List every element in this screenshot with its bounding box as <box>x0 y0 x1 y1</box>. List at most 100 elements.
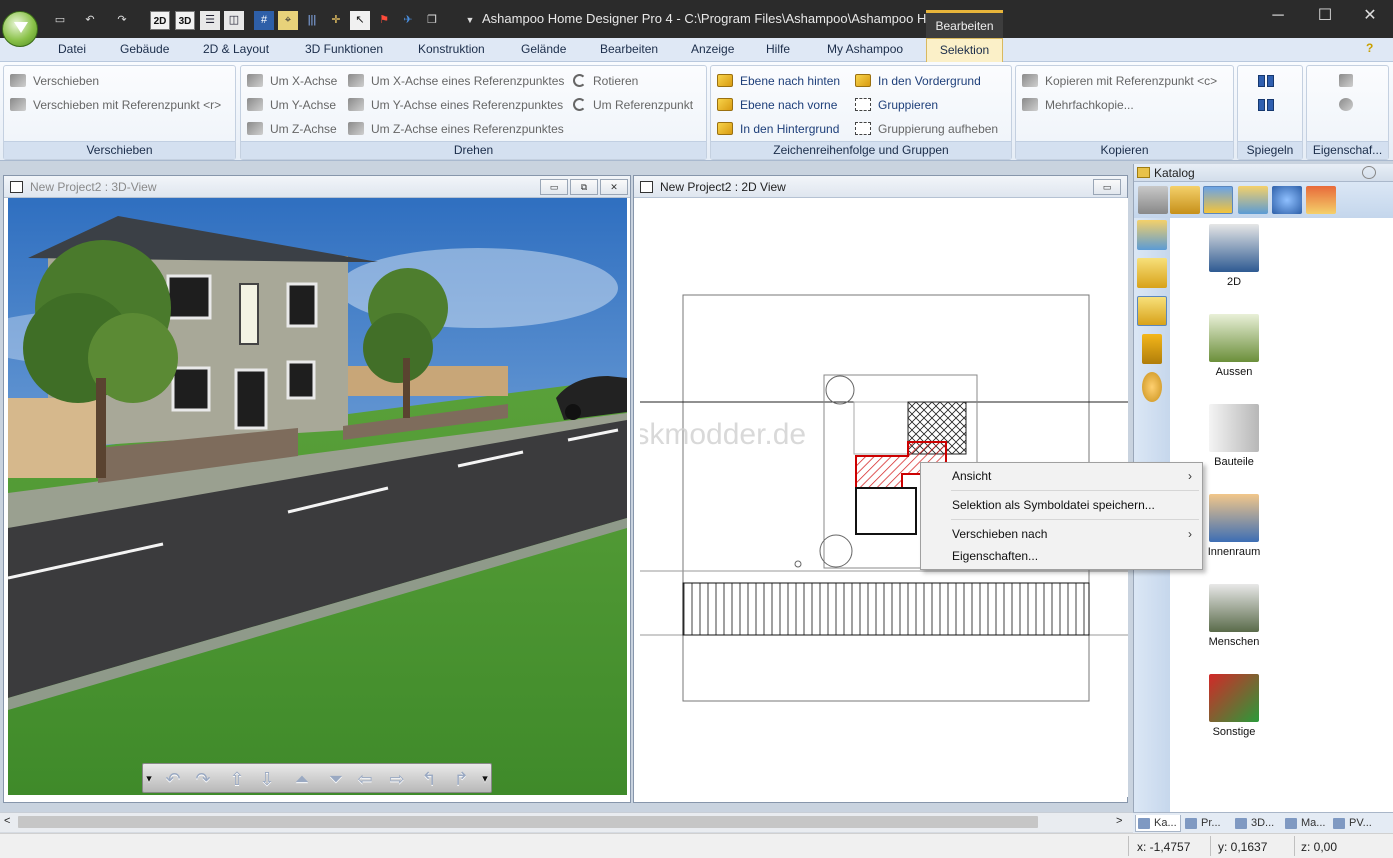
tab-gebaeude[interactable]: Gebäude <box>120 42 169 56</box>
scroll-right-arrow[interactable]: > <box>1116 815 1122 827</box>
catalog-globe-icon[interactable] <box>1272 186 1302 214</box>
turn-left-icon[interactable]: ↰ <box>417 768 441 790</box>
tile-view-icon[interactable]: ◫ <box>224 11 244 30</box>
tab-konstruktion[interactable]: Konstruktion <box>418 42 485 56</box>
turn-right-icon[interactable]: ↱ <box>449 768 473 790</box>
menu-item-eigenschaften[interactable]: Eigenschaften... <box>921 545 1202 567</box>
rotate-y-button[interactable]: Um Y-Achse <box>247 96 336 114</box>
catalog-item-2d[interactable]: 2D <box>1198 224 1270 288</box>
2d-view-button[interactable]: 2D <box>150 11 170 30</box>
kopieren-referenzpunkt-button[interactable]: Kopieren mit Referenzpunkt <c> <box>1022 72 1217 90</box>
properties-search-button[interactable] <box>1339 96 1360 114</box>
lines-icon[interactable]: ||| <box>302 11 322 30</box>
menu-item-ansicht[interactable]: Ansicht › <box>921 465 1202 487</box>
tab-hilfe[interactable]: Hilfe <box>766 42 790 56</box>
minimize-button[interactable]: ─ <box>1255 0 1301 32</box>
move-right-icon[interactable]: ⇨ <box>385 768 409 790</box>
catalog-back-icon[interactable] <box>1138 186 1168 214</box>
mirror-vertical-button[interactable] <box>1258 96 1276 114</box>
rotate-x-button[interactable]: Um X-Achse <box>247 72 337 90</box>
tab-3d-funktionen[interactable]: 3D Funktionen <box>305 42 383 56</box>
2d-minimize-button[interactable]: ▭ <box>1093 179 1121 195</box>
new-file-icon[interactable]: ▭ <box>50 11 70 30</box>
rotieren-button[interactable]: Rotieren <box>573 72 638 90</box>
tab-datei[interactable]: Datei <box>58 42 86 56</box>
tab-gelaende[interactable]: Gelände <box>521 42 566 56</box>
catalog-symbols-icon[interactable] <box>1306 186 1336 214</box>
tab-anzeige[interactable]: Anzeige <box>691 42 734 56</box>
3d-viewport[interactable] <box>8 198 627 795</box>
3d-minimize-button[interactable]: ▭ <box>540 179 568 195</box>
split-view-icon[interactable]: ☰ <box>200 11 220 30</box>
pin-icon[interactable] <box>1362 166 1376 179</box>
redo-icon[interactable]: ↷ <box>112 11 132 30</box>
rotate-x-ref-button[interactable]: Um X-Achse eines Referenzpunktes <box>348 72 564 90</box>
catalog-item-sonstige[interactable]: Sonstige <box>1198 674 1270 738</box>
move-down-icon[interactable]: ⇩ <box>255 768 279 790</box>
panel-tab-3d[interactable]: 3D... <box>1233 815 1281 832</box>
undo-icon[interactable]: ↶ <box>80 11 100 30</box>
help-icon[interactable]: ? <box>1366 41 1373 55</box>
measure-icon[interactable]: ✛ <box>326 11 346 30</box>
scroll-left-arrow[interactable]: < <box>4 815 10 827</box>
catalog-door-icon[interactable] <box>1170 186 1200 214</box>
rotate-left-icon[interactable]: ↶ <box>161 768 185 790</box>
in-den-vordergrund-button[interactable]: In den Vordergrund <box>855 72 981 90</box>
rotate-right-icon[interactable]: ↷ <box>191 768 215 790</box>
qat-dropdown-icon[interactable]: ▼ <box>460 11 480 30</box>
catalog-side-3-icon[interactable] <box>1137 296 1167 326</box>
tab-selektion[interactable]: Selektion <box>926 38 1003 63</box>
panel-tab-pv[interactable]: PV... <box>1331 815 1389 832</box>
in-den-hintergrund-button[interactable]: In den Hintergrund <box>717 120 839 138</box>
maximize-button[interactable]: ☐ <box>1302 0 1348 32</box>
rotate-y-ref-button[interactable]: Um Y-Achse eines Referenzpunktes <box>348 96 563 114</box>
pointer-icon[interactable]: ↖ <box>350 11 370 30</box>
catalog-book-icon[interactable] <box>1142 334 1162 364</box>
catalog-3d-objects-icon[interactable] <box>1203 186 1233 214</box>
3d-close-button[interactable]: ✕ <box>600 179 628 195</box>
rotate-z-ref-button[interactable]: Um Z-Achse eines Referenzpunktes <box>348 120 564 138</box>
close-button[interactable]: ✕ <box>1347 0 1393 32</box>
tilt-down-icon[interactable]: ⏷ <box>321 768 351 790</box>
tab-2d-layout[interactable]: 2D & Layout <box>203 42 269 56</box>
tab-bearbeiten[interactable]: Bearbeiten <box>600 42 658 56</box>
navbar-menu-left[interactable]: ▾ <box>143 768 155 790</box>
ebene-nach-vorne-button[interactable]: Ebene nach vorne <box>717 96 837 114</box>
navbar-menu-right[interactable]: ▾ <box>479 768 491 790</box>
tab-my-ashampoo[interactable]: My Ashampoo <box>827 42 903 56</box>
catalog-side-1-icon[interactable] <box>1137 220 1167 250</box>
scrollbar-thumb[interactable] <box>18 816 1038 828</box>
mirror-horizontal-button[interactable] <box>1258 72 1276 90</box>
app-menu-button[interactable] <box>2 11 38 47</box>
move-up-icon[interactable]: ⇧ <box>225 768 249 790</box>
rotate-z-button[interactable]: Um Z-Achse <box>247 120 337 138</box>
catalog-item-menschen[interactable]: Menschen <box>1198 584 1270 648</box>
catalog-item-bauteile[interactable]: Bauteile <box>1198 404 1270 468</box>
properties-button[interactable] <box>1339 72 1360 90</box>
grid-icon[interactable]: # <box>254 11 274 30</box>
catalog-materials-icon[interactable] <box>1238 186 1268 214</box>
3d-restore-button[interactable]: ⧉ <box>570 179 598 195</box>
mehrfachkopie-button[interactable]: Mehrfachkopie... <box>1022 96 1134 114</box>
rotate-ref-button[interactable]: Um Referenzpunkt <box>573 96 693 114</box>
panel-tab-projekt[interactable]: Pr... <box>1183 815 1231 832</box>
menu-item-selektion-speichern[interactable]: Selektion als Symboldatei speichern... <box>921 494 1202 516</box>
tilt-up-icon[interactable]: ⏶ <box>287 768 317 790</box>
verschieben-referenzpunkt-button[interactable]: Verschieben mit Referenzpunkt <r> <box>10 96 221 114</box>
catalog-item-innenraum[interactable]: Innenraum <box>1198 494 1270 558</box>
ebene-nach-hinten-button[interactable]: Ebene nach hinten <box>717 72 840 90</box>
verschieben-button[interactable]: Verschieben <box>10 72 99 90</box>
plane-icon[interactable]: ✈ <box>398 11 418 30</box>
catalog-side-2-icon[interactable] <box>1137 258 1167 288</box>
flag-icon[interactable]: ⚑ <box>374 11 394 30</box>
copy-icon[interactable]: ❐ <box>422 11 442 30</box>
gruppieren-button[interactable]: Gruppieren <box>855 96 938 114</box>
catalog-item-aussen[interactable]: Aussen <box>1198 314 1270 378</box>
move-left-icon[interactable]: ⇦ <box>353 768 377 790</box>
3d-view-button[interactable]: 3D <box>175 11 195 30</box>
gruppierung-aufheben-button[interactable]: Gruppierung aufheben <box>855 120 998 138</box>
panel-tab-katalog[interactable]: Ka... <box>1135 815 1181 832</box>
panel-tab-material[interactable]: Ma... <box>1283 815 1329 832</box>
snap-icon[interactable]: ⌖ <box>278 11 298 30</box>
menu-item-verschieben-nach[interactable]: Verschieben nach › <box>921 523 1202 545</box>
